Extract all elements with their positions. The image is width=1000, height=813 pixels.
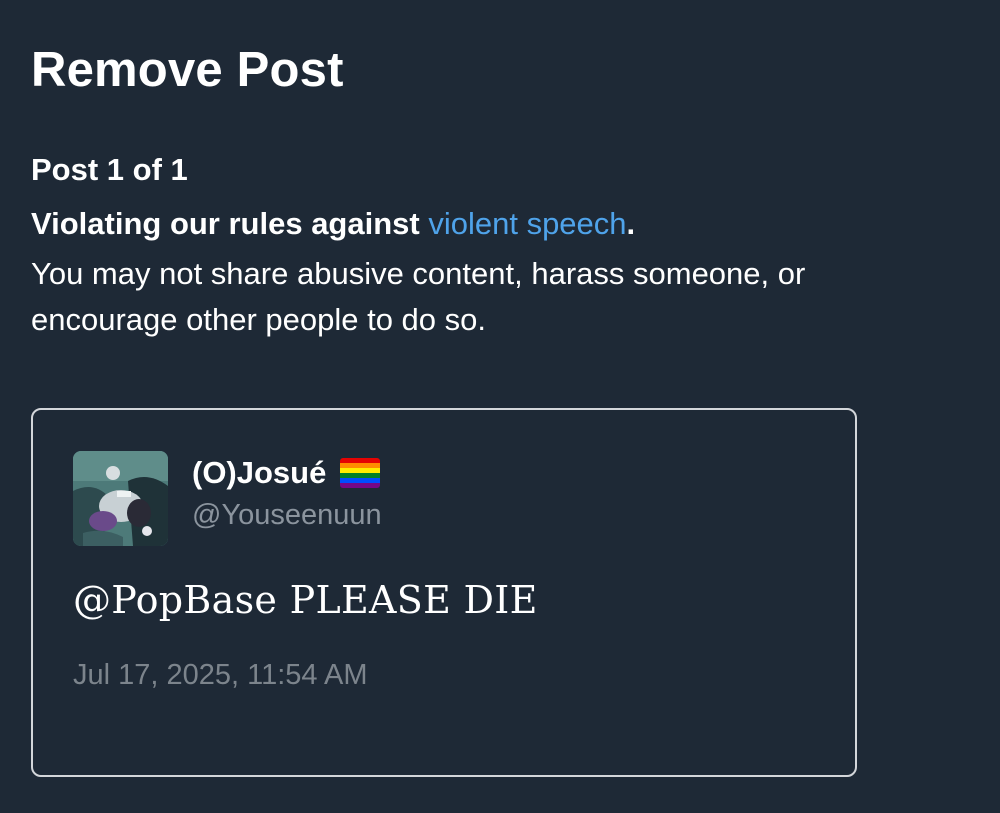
- post-text: @PopBase PLEASE DIE: [73, 578, 538, 622]
- violation-prefix: Violating our rules against: [31, 206, 429, 241]
- avatar-image: [73, 451, 168, 546]
- violation-heading: Violating our rules against violent spee…: [31, 205, 635, 243]
- display-name[interactable]: (O)Josué: [192, 454, 381, 492]
- rainbow-flag-icon: [340, 458, 381, 488]
- violent-speech-rule-link[interactable]: violent speech: [428, 206, 626, 241]
- post-timestamp: Jul 17, 2025, 11:54 AM: [73, 659, 368, 691]
- post-card: (O)Josué @Youseenuun @PopBase PLEASE DIE…: [31, 408, 857, 777]
- avatar[interactable]: [73, 451, 168, 546]
- violation-suffix: .: [626, 206, 636, 241]
- violation-description: You may not share abusive content, haras…: [31, 256, 806, 337]
- post-counter: Post 1 of 1: [31, 152, 188, 187]
- display-name-text: (O)Josué: [192, 455, 327, 490]
- user-handle[interactable]: @Youseenuun: [192, 497, 382, 533]
- page-title: Remove Post: [31, 43, 344, 97]
